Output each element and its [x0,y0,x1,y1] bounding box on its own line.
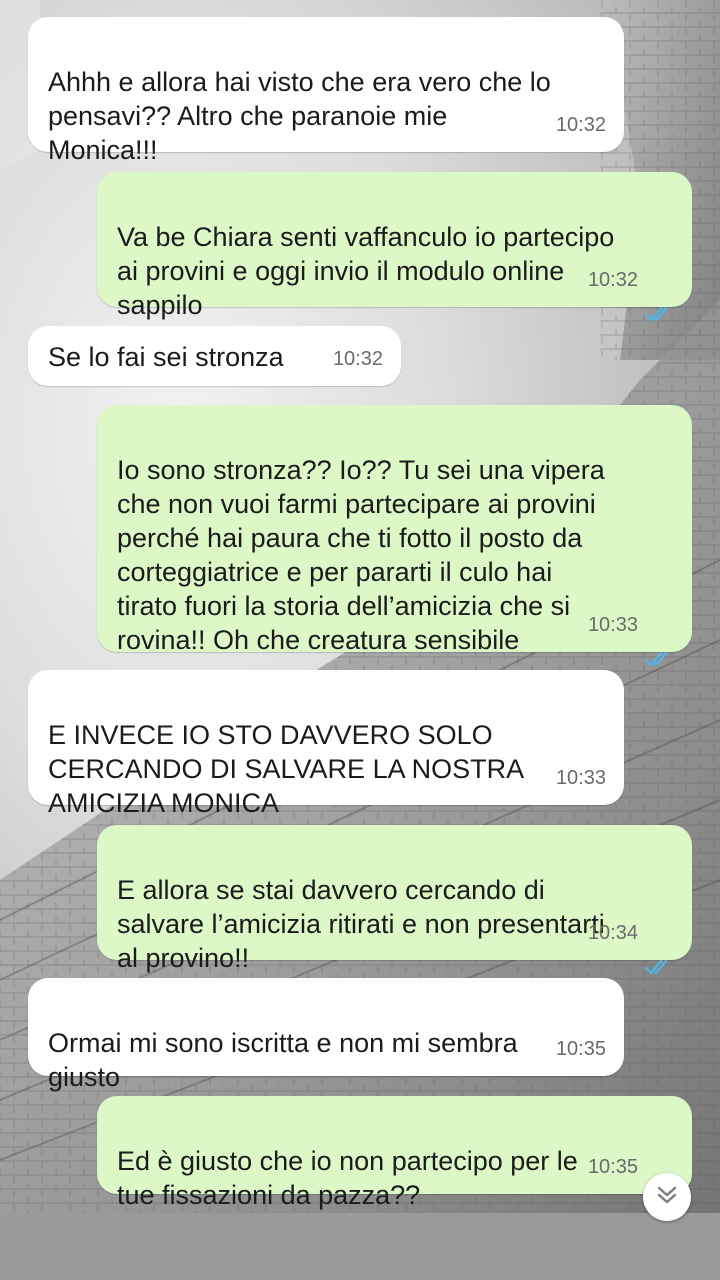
double-check-icon [644,272,674,322]
message-time: 10:35 [555,1038,606,1060]
message-text: E INVECE IO STO DAVVERO SOLO CERCANDO DI… [48,720,525,818]
message-bubble-incoming[interactable]: Ahhh e allora hai visto che era vero che… [28,17,624,165]
message-meta: 10:35 [556,1032,606,1066]
message-bubble-incoming[interactable]: E INVECE IO STO DAVVERO SOLO CERCANDO DI… [28,670,624,818]
message-bubble-outgoing[interactable]: Va be Chiara senti vaffanculo io parteci… [97,172,692,322]
message-time: 10:32 [587,269,638,291]
message-meta: 10:32 [556,108,606,142]
message-text: Ahhh e allora hai visto che era vero che… [48,67,551,165]
message-meta: 10:33 [556,761,606,795]
message-bubble-incoming[interactable]: Se lo fai sei stronza 10:32 [28,326,401,386]
message-meta: 10:32 [587,263,674,322]
message-time: 10:35 [587,1156,638,1178]
message-bubble-incoming[interactable]: Ormai mi sono iscritta e non mi sembra g… [28,978,624,1092]
message-time: 10:33 [555,767,606,789]
message-time: 10:32 [332,348,383,370]
message-time: 10:33 [587,614,638,636]
message-meta: 10:33 [587,608,674,667]
double-check-icon [644,617,674,667]
message-time: 10:34 [587,922,638,944]
scroll-to-bottom-button[interactable] [643,1173,691,1221]
message-text: Ormai mi sono iscritta e non mi sembra g… [48,1028,518,1092]
message-list[interactable]: Ahhh e allora hai visto che era vero che… [0,0,720,1221]
message-bubble-outgoing[interactable]: Ed è giusto che io non partecipo per le … [97,1096,692,1210]
message-bubble-outgoing[interactable]: Io sono stronza?? Io?? Tu sei una vipera… [97,405,692,667]
message-meta: 10:32 [333,342,383,376]
double-check-icon [644,925,674,975]
message-time: 10:32 [555,114,606,136]
message-bubble-outgoing[interactable]: E allora se stai davvero cercando di sal… [97,825,692,975]
message-meta: 10:34 [587,916,674,975]
chevron-double-down-icon [656,1185,678,1210]
